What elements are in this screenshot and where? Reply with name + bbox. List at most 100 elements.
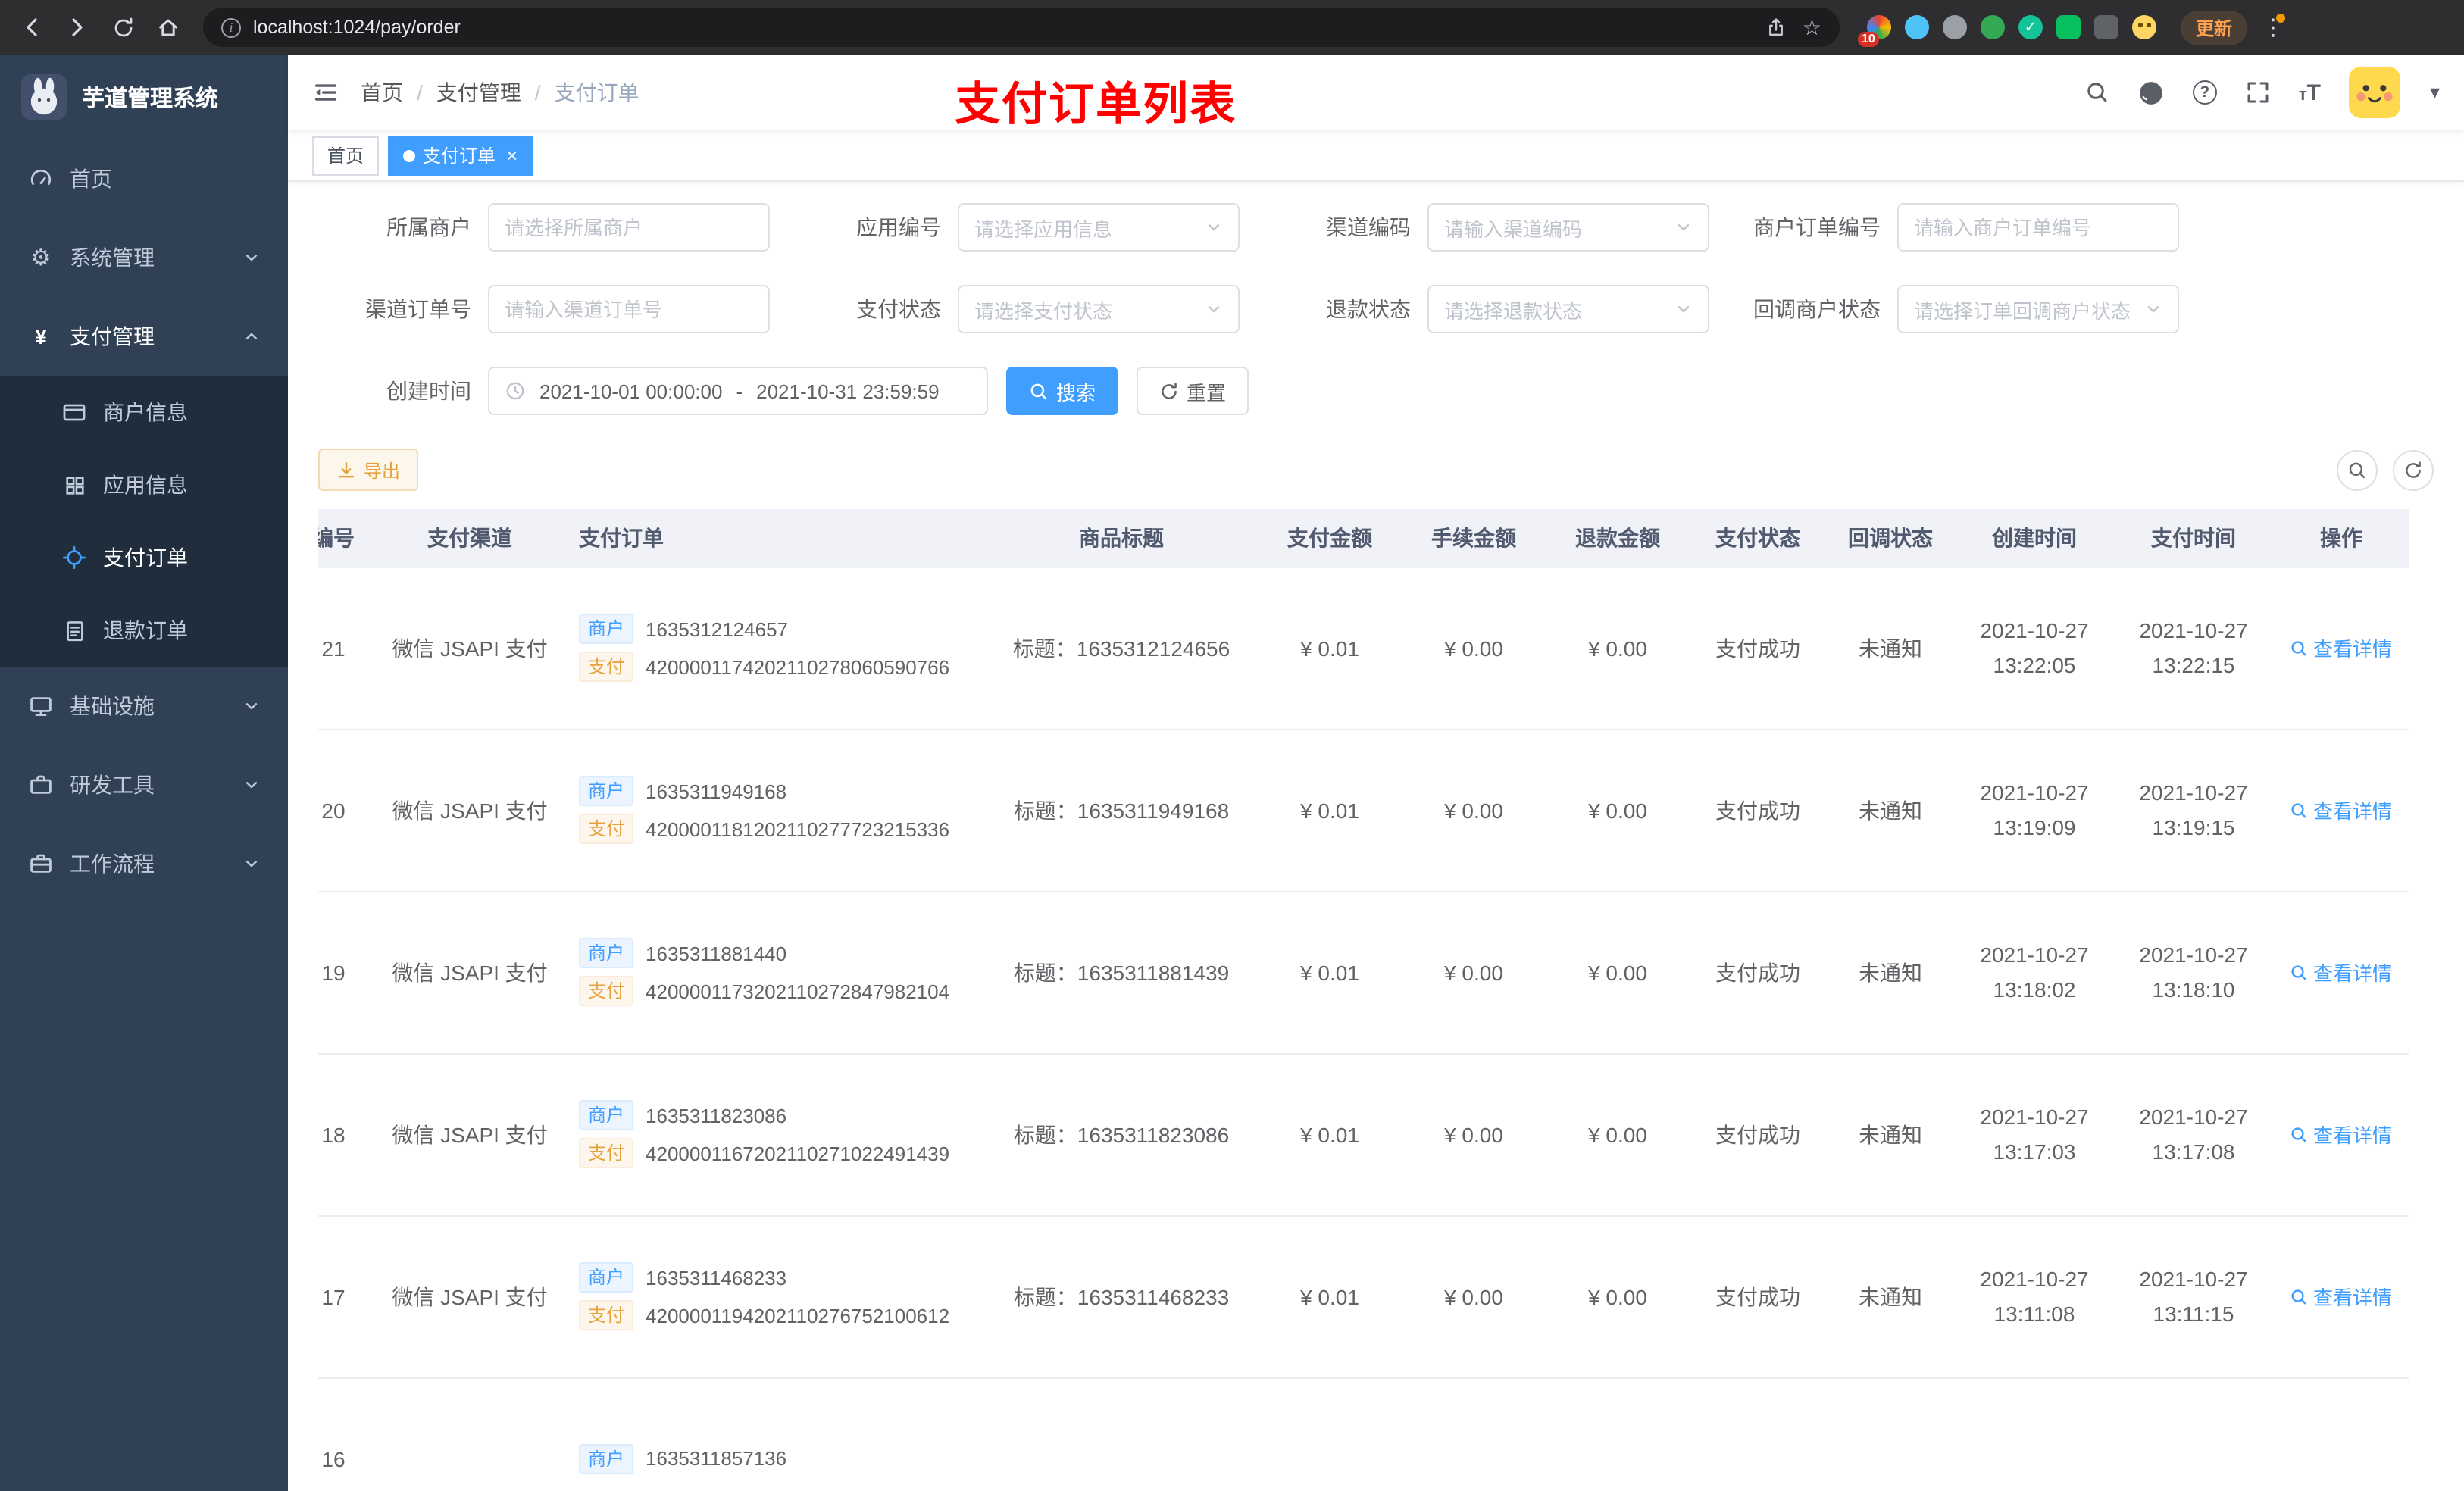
pay-status-cell: 支付成功 (1690, 1215, 1826, 1378)
page-content: 所属商户 应用编号 请选择应用信息 渠道编码 请输入渠道编码 (288, 182, 2464, 1491)
notify-status-select[interactable]: 请选择订单回调商户状态 (1897, 285, 2179, 333)
app-logo[interactable]: 芋道管理系统 (0, 55, 288, 139)
back-button[interactable] (12, 8, 52, 47)
merchant-order-input[interactable] (1897, 203, 2179, 252)
product-title-cell: 标题：1635311468233 (985, 1215, 1258, 1378)
chevron-down-icon (242, 248, 261, 267)
order-id-cell: 21 (318, 567, 379, 730)
pay-status-select[interactable]: 请选择支付状态 (958, 285, 1240, 333)
sidebar-item-refund-order[interactable]: 退款订单 (0, 594, 288, 667)
app-select[interactable]: 请选择应用信息 (958, 203, 1240, 252)
breadcrumb-home[interactable]: 首页 (361, 77, 403, 108)
extension-icon[interactable] (1905, 15, 1929, 39)
create-time-cell: 2021-10-27 13:11:08 (1955, 1215, 2114, 1378)
sidebar-item-devtools[interactable]: 研发工具 (0, 746, 288, 824)
toggle-search-button[interactable] (2337, 449, 2378, 490)
font-size-icon[interactable] (2299, 80, 2321, 105)
table-row: 20 微信 JSAPI 支付 商户 1635311949168 支付 4200001… (318, 729, 2409, 892)
extension-icon[interactable] (2056, 15, 2081, 39)
view-details-link[interactable]: 查看详情 (2290, 633, 2392, 662)
help-icon[interactable] (2192, 80, 2217, 105)
notify-status-cell: 未通知 (1826, 891, 1955, 1054)
notify-status-cell: 未通知 (1826, 1215, 1955, 1378)
browser-menu-button[interactable] (2259, 14, 2287, 41)
sidebar-item-app-info[interactable]: 应用信息 (0, 449, 288, 521)
filter-label-channel-order: 渠道订单号 (365, 297, 471, 321)
merchant-input[interactable] (488, 203, 770, 252)
sidebar-toggle-button[interactable] (312, 79, 339, 106)
search-icon[interactable] (2085, 80, 2109, 105)
pay-status-cell (1690, 1377, 1826, 1491)
sidebar-item-merchant-info[interactable]: 商户信息 (0, 376, 288, 449)
order-id-cell: 20 (318, 729, 379, 892)
refund-status-select[interactable]: 请选择退款状态 (1427, 285, 1709, 333)
browser-update-button[interactable]: 更新 (2181, 10, 2248, 45)
sidebar-item-pay-order[interactable]: 支付订单 (0, 521, 288, 594)
extension-icon[interactable] (2094, 15, 2118, 39)
breadcrumb: 首页 支付管理 支付订单 (361, 77, 639, 108)
channel-code-select[interactable]: 请输入渠道编码 (1427, 203, 1709, 252)
site-info-icon[interactable] (221, 17, 241, 37)
sidebar-item-payment[interactable]: 支付管理 (0, 297, 288, 376)
sidebar-item-home[interactable]: 首页 (0, 139, 288, 218)
sidebar-item-system[interactable]: 系统管理 (0, 218, 288, 297)
view-details-link[interactable]: 查看详情 (2290, 1120, 2392, 1149)
view-details-link[interactable]: 查看详情 (2290, 958, 2392, 986)
breadcrumb-current: 支付订单 (554, 80, 639, 105)
channel-order-input[interactable] (488, 285, 770, 333)
view-details-link[interactable]: 查看详情 (2290, 1282, 2392, 1311)
actions-cell: 查看详情 (2273, 1053, 2409, 1216)
create-time-range-picker[interactable]: 2021-10-01 00:00:00 - 2021-10-31 23:59:5… (488, 367, 988, 415)
sidebar-item-infrastructure[interactable]: 基础设施 (0, 667, 288, 746)
tab-home[interactable]: 首页 (312, 136, 380, 175)
actions-cell: 查看详情 (2273, 729, 2409, 892)
extension-icon[interactable] (2018, 15, 2043, 39)
filter-label-channel-code: 渠道编码 (1326, 215, 1411, 239)
payment-submenu: 商户信息 应用信息 支付订单 退款订单 (0, 376, 288, 667)
extension-icon[interactable]: 10 (1858, 15, 1891, 47)
bookmark-star-icon[interactable] (1803, 14, 1821, 40)
pay-amount-cell: ¥ 0.01 (1258, 729, 1402, 892)
search-button[interactable]: 搜索 (1006, 367, 1119, 415)
pay-tag: 支付 (579, 976, 634, 1006)
notify-status-cell: 未通知 (1826, 1053, 1955, 1216)
user-avatar[interactable] (2349, 67, 2401, 118)
export-button[interactable]: 导出 (318, 449, 419, 491)
extension-icon[interactable] (2132, 15, 2156, 39)
refresh-table-button[interactable] (2393, 449, 2434, 490)
order-id-cell: 19 (318, 891, 379, 1054)
filter-label-merchant: 所属商户 (386, 215, 471, 239)
pay-status-cell: 支付成功 (1690, 1053, 1826, 1216)
refund-amount-cell: ¥ 0.00 (1546, 1215, 1690, 1378)
table-row: 18 微信 JSAPI 支付 商户 1635311823086 支付 4200001… (318, 1053, 2409, 1216)
sidebar-item-workflow[interactable]: 工作流程 (0, 824, 288, 903)
fullscreen-icon[interactable] (2246, 80, 2270, 105)
reload-button[interactable] (103, 8, 142, 47)
pay-order-cell: 商户 1635311949168 支付 4200001181202110277723… (561, 729, 985, 892)
breadcrumb-pay-manage[interactable]: 支付管理 (436, 77, 521, 108)
col-refund-amount: 退款金额 (1546, 509, 1690, 567)
notify-status-cell (1826, 1377, 1955, 1491)
reset-button[interactable]: 重置 (1137, 367, 1249, 415)
extension-icon[interactable] (1981, 15, 2005, 39)
filter-label-pay-status: 支付状态 (856, 297, 941, 321)
pay-amount-cell: ¥ 0.01 (1258, 1053, 1402, 1216)
caret-down-icon[interactable] (2430, 79, 2440, 106)
navbar-actions (2085, 67, 2440, 118)
close-icon[interactable] (506, 145, 518, 165)
forward-button[interactable] (58, 8, 97, 47)
chevron-down-icon (2144, 300, 2162, 318)
pay-tag: 支付 (579, 652, 634, 682)
extensions-area: 10 (1855, 15, 2169, 47)
sidebar-menu: 首页 系统管理 支付管理 商户信息 (0, 139, 288, 903)
view-details-link[interactable]: 查看详情 (2290, 796, 2392, 824)
notify-status-cell: 未通知 (1826, 729, 1955, 892)
address-bar[interactable]: localhost:1024/pay/order (203, 8, 1840, 47)
extension-icon[interactable] (1943, 15, 1967, 39)
home-button[interactable] (149, 8, 188, 47)
pay-time-cell: 2021-10-27 13:18:10 (2114, 891, 2273, 1054)
tab-pay-order[interactable]: 支付订单 (388, 136, 533, 175)
pay-amount-cell: ¥ 0.01 (1258, 567, 1402, 730)
share-icon[interactable] (1766, 17, 1787, 38)
github-icon[interactable] (2138, 80, 2164, 105)
